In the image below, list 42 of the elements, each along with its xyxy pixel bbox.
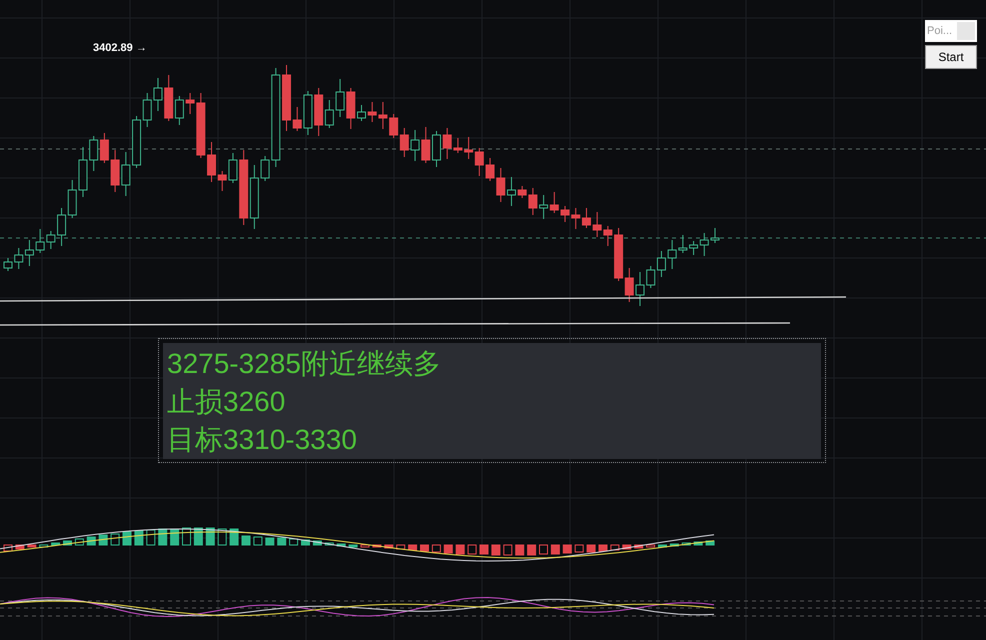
candlestick: [57, 208, 66, 246]
candlestick: [68, 180, 77, 218]
candlestick: [464, 136, 474, 160]
candlestick: [582, 208, 591, 228]
candlestick: [24, 240, 34, 266]
candlestick: [474, 148, 484, 176]
candlestick: [46, 230, 56, 250]
candlestick: [421, 126, 430, 164]
swatch-icon: [957, 22, 975, 40]
candlestick: [336, 78, 345, 118]
candlestick: [357, 104, 366, 122]
annotation-text: 止损3260: [163, 383, 821, 421]
candlestick: [550, 192, 559, 214]
annotation-text: 目标3310-3330: [163, 421, 821, 459]
candlestick: [560, 206, 570, 222]
candlestick: [368, 102, 377, 122]
candlestick: [656, 250, 666, 278]
candlestick: [100, 132, 109, 164]
candlestick: [710, 228, 720, 244]
candlestick: [603, 226, 612, 246]
candlestick: [110, 150, 120, 192]
candlestick: [346, 88, 356, 130]
candlestick: [78, 146, 88, 198]
candlestick: [539, 194, 548, 220]
candlestick: [36, 228, 45, 254]
start-button[interactable]: Start: [925, 45, 977, 69]
candlestick: [378, 102, 388, 130]
annotation-text: 3275-3285附近继续多: [163, 343, 821, 383]
candlestick: [592, 212, 602, 238]
candlestick: [121, 152, 130, 196]
candlestick: [571, 208, 580, 230]
candlestick: [506, 176, 516, 206]
candlestick: [153, 78, 162, 112]
candlestick: [4, 258, 12, 272]
candlestick: [432, 130, 441, 168]
candlestick: [14, 248, 24, 270]
candlestick: [89, 136, 98, 172]
candlestick: [400, 128, 409, 158]
candlestick: [389, 114, 398, 138]
candlestick: [410, 130, 420, 162]
high-price-label: 3402.89 →: [93, 42, 147, 54]
candlestick: [250, 164, 259, 230]
